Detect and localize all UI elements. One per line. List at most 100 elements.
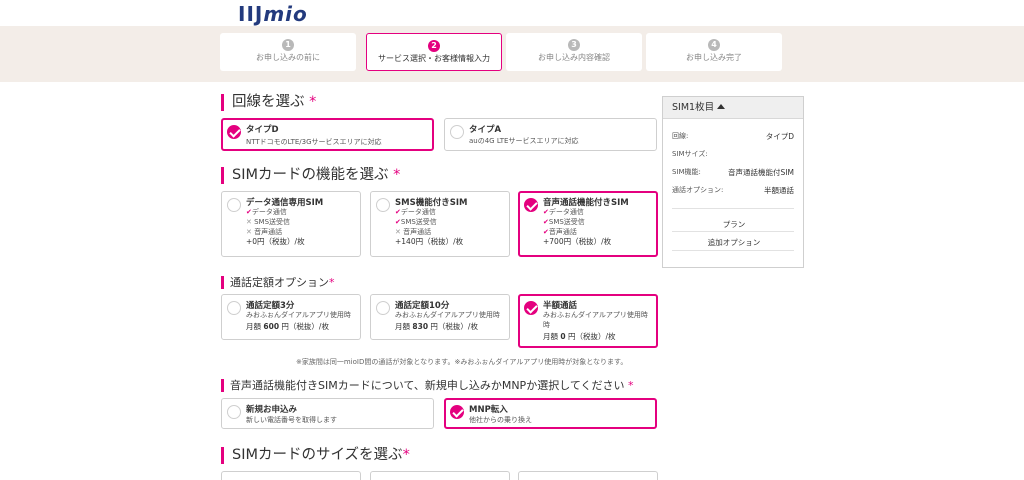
step-1: 1 お申し込みの前に [220, 33, 356, 71]
sim-size-option-3[interactable] [518, 471, 658, 480]
price-amount: 600 [263, 322, 280, 331]
feature-list: ✔データ通信 ✕ SMS送受信 ✕ 音声通話 +0円（税抜）/枚 [246, 207, 305, 247]
mnp-option-new[interactable]: 新規お申込み 新しい電話番号を取得します [221, 398, 434, 429]
divider [672, 250, 794, 251]
step-number: 3 [568, 39, 580, 51]
feature-text: データ通信 [548, 208, 584, 216]
sim-summary-panel: SIM1枚目 回線: タイプD SIMサイズ: SIM機能: 音声通話機能付SI… [662, 96, 804, 268]
option-desc: みおふぉんダイアルアプリ使用時 [395, 311, 500, 319]
call-option-note: ※家族間は同一mioID間の通話が対象となります。※みおふぉんダイアルアプリ使用… [296, 358, 628, 366]
required-mark: * [402, 447, 410, 463]
option-title: 新規お申込み [246, 405, 298, 415]
summary-value: タイプD [765, 132, 794, 141]
feature-text: 音声通話 [403, 228, 432, 236]
sim-summary-toggle[interactable]: SIM1枚目 [663, 97, 803, 119]
line-option-type-a[interactable]: タイプA auの4G LTEサービスエリアに対応 [444, 118, 657, 151]
price-prefix: 月額 [246, 322, 264, 331]
feature-data: ✔データ通信 [395, 207, 463, 217]
step-label: お申し込み完了 [686, 53, 742, 62]
price-prefix: 月額 [395, 322, 413, 331]
summary-row-line: 回線: タイプD [672, 131, 794, 141]
cross-icon: ✕ [395, 228, 401, 236]
feature-text: 音声通話 [548, 228, 577, 236]
sim-option-sms[interactable]: SMS機能付きSIM ✔データ通信 ✔SMS送受信 ✕ 音声通話 +140円（税… [370, 191, 510, 257]
heading-text: 音声通話機能付きSIMカードについて、新規申し込みかMNPか選択してください [230, 379, 625, 392]
summary-row-call-option: 通話オプション: 半額通話 [672, 185, 794, 195]
summary-addon: 追加オプション [707, 238, 761, 247]
feature-text: SMS送受信 [548, 218, 585, 226]
logo-main: IIJ [238, 2, 264, 26]
feature-voice: ✕ 音声通話 [246, 227, 305, 237]
feature-sms: ✕ SMS送受信 [246, 217, 305, 227]
required-mark: * [309, 94, 317, 110]
cross-icon: ✕ [246, 218, 252, 226]
summary-row-size: SIMサイズ: [672, 149, 794, 159]
feature-text: SMS送受信 [400, 218, 437, 226]
radio-icon [227, 198, 241, 212]
divider [672, 231, 794, 232]
summary-label: SIMサイズ: [672, 150, 708, 158]
mnp-option-transfer[interactable]: MNP転入 他社からの乗り換え [444, 398, 657, 429]
line-heading: 回線を選ぶ * [221, 94, 316, 111]
sim-option-voice[interactable]: 音声通話機能付きSIM ✔データ通信 ✔SMS送受信 ✔音声通話 +700円（税… [518, 191, 658, 257]
summary-plan: プラン [722, 220, 746, 229]
required-mark: * [628, 379, 634, 392]
line-option-type-d[interactable]: タイプD NTTドコモのLTE/3Gサービスエリアに対応 [221, 118, 434, 151]
radio-icon [450, 125, 464, 139]
chevron-up-icon [717, 104, 726, 109]
summary-title: SIM1枚目 [672, 102, 715, 113]
option-desc: みおふぉんダイアルアプリ使用時 [543, 311, 648, 319]
checked-radio-icon [450, 405, 464, 419]
price-suffix: 円（税抜）/枚 [428, 322, 478, 331]
logo-sub: mio [263, 2, 308, 26]
cross-icon: ✕ [246, 228, 252, 236]
feature-data: ✔データ通信 [246, 207, 305, 217]
feature-voice: ✕ 音声通話 [395, 227, 463, 237]
option-desc-wrap: 時 [543, 321, 550, 329]
step-number: 4 [708, 39, 720, 51]
feature-sms: ✔SMS送受信 [395, 217, 463, 227]
option-desc: 新しい電話番号を取得します [246, 416, 337, 424]
required-mark: * [329, 276, 335, 289]
step-2-current: 2 サービス選択・お客様情報入力 [366, 33, 502, 71]
summary-label: SIM機能: [672, 168, 701, 176]
option-desc: NTTドコモのLTE/3Gサービスエリアに対応 [246, 138, 382, 146]
feature-text: データ通信 [400, 208, 436, 216]
call-option-10min[interactable]: 通話定額10分 みおふぉんダイアルアプリ使用時 月額 830 円（税抜）/枚 [370, 294, 510, 340]
radio-icon [376, 198, 390, 212]
checked-radio-icon [524, 301, 538, 315]
sim-size-option-1[interactable] [221, 471, 361, 480]
step-number: 2 [428, 40, 440, 52]
heading-text: 通話定額オプション [230, 276, 329, 289]
summary-row-function: SIM機能: 音声通話機能付SIM [672, 167, 794, 177]
option-price: +140円（税抜）/枚 [395, 237, 464, 246]
feature-text: SMS送受信 [254, 218, 291, 226]
feature-sms: ✔SMS送受信 [543, 217, 611, 227]
step-number: 1 [282, 39, 294, 51]
step-4: 4 お申し込み完了 [646, 33, 782, 71]
iijmio-logo[interactable]: IIJmio [238, 2, 308, 26]
heading-text: SIMカードの機能を選ぶ [232, 167, 389, 183]
mnp-heading: 音声通話機能付きSIMカードについて、新規申し込みかMNPか選択してください * [221, 379, 634, 392]
feature-text: データ通信 [251, 208, 287, 216]
call-option-half-price[interactable]: 半額通話 みおふぉんダイアルアプリ使用時 時 月額 0 円（税抜）/枚 [518, 294, 658, 348]
call-option-3min[interactable]: 通話定額3分 みおふぉんダイアルアプリ使用時 月額 600 円（税抜）/枚 [221, 294, 361, 340]
heading-text: 回線を選ぶ [232, 94, 305, 110]
sim-size-heading: SIMカードのサイズを選ぶ* [221, 447, 410, 464]
price-amount: 830 [412, 322, 429, 331]
feature-voice: ✔音声通話 [543, 227, 611, 237]
step-label: お申し込み内容確認 [538, 53, 610, 62]
sim-size-option-2[interactable] [370, 471, 510, 480]
price-prefix: 月額 [543, 332, 561, 341]
divider [672, 208, 794, 209]
feature-list: ✔データ通信 ✔SMS送受信 ✕ 音声通話 +140円（税抜）/枚 [395, 207, 463, 247]
step-3: 3 お申し込み内容確認 [506, 33, 642, 71]
price-suffix: 円（税抜）/枚 [279, 322, 329, 331]
option-title: タイプA [469, 125, 502, 135]
required-mark: * [393, 167, 401, 183]
option-desc: auの4G LTEサービスエリアに対応 [469, 137, 579, 145]
sim-function-heading: SIMカードの機能を選ぶ * [221, 167, 400, 184]
price-suffix: 円（税抜）/枚 [565, 332, 616, 341]
sim-option-data-only[interactable]: データ通信専用SIM ✔データ通信 ✕ SMS送受信 ✕ 音声通話 +0円（税抜… [221, 191, 361, 257]
checked-radio-icon [227, 125, 241, 139]
